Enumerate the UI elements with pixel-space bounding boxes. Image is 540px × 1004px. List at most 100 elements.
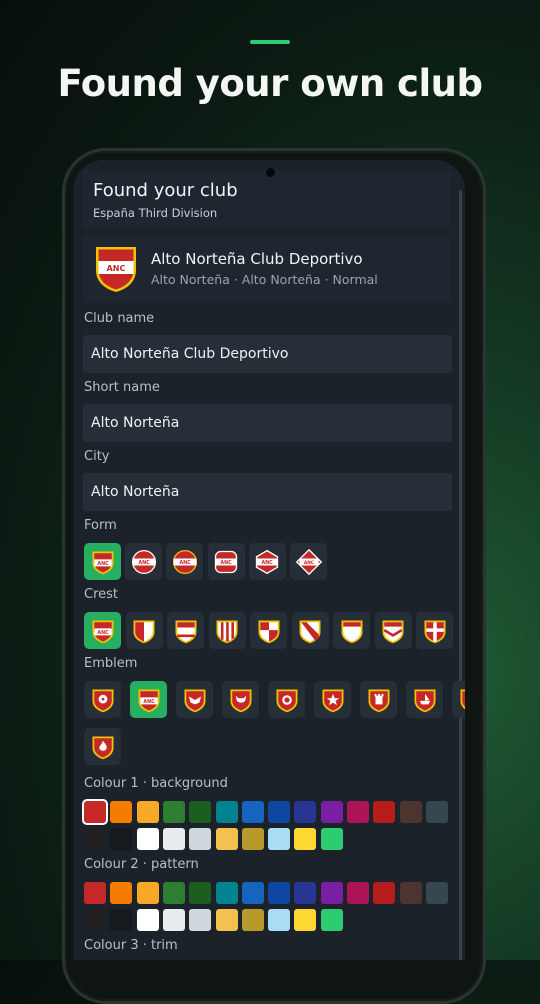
colour1-swatch[interactable] <box>163 828 185 850</box>
colour2-swatch[interactable] <box>84 882 106 904</box>
colour1-swatch[interactable] <box>189 801 211 823</box>
colour1-swatch[interactable] <box>110 828 132 850</box>
headline: Found your own club <box>0 62 540 105</box>
crest-band-top-icon <box>172 617 200 645</box>
colour2-swatch[interactable] <box>294 882 316 904</box>
colour1-swatch[interactable] <box>321 828 343 850</box>
form-diamond-band-option[interactable]: ANC <box>290 543 327 580</box>
svg-text:ANC: ANC <box>97 561 109 567</box>
emblem-label: Emblem <box>84 656 137 671</box>
colour1-swatch[interactable] <box>321 801 343 823</box>
colour1-swatch[interactable] <box>137 801 159 823</box>
crest-stripes-vertical-option[interactable] <box>209 612 246 649</box>
emblem-flame-option[interactable] <box>84 728 121 765</box>
svg-text:ANC: ANC <box>179 560 191 566</box>
colour2-swatch[interactable] <box>110 882 132 904</box>
colour2-swatch[interactable] <box>347 882 369 904</box>
colour1-swatch[interactable] <box>426 801 448 823</box>
crest-text: ANC <box>107 264 126 273</box>
colour2-swatch[interactable] <box>321 882 343 904</box>
crest-diagonal-band-option[interactable] <box>292 612 329 649</box>
emblem-eagle-option[interactable] <box>176 681 213 718</box>
emblem-tower-option[interactable] <box>360 681 397 718</box>
emblem-crest-badge-option[interactable]: ANC <box>130 681 167 718</box>
crest-band-high-option[interactable] <box>333 612 370 649</box>
scrollbar[interactable] <box>459 190 462 960</box>
colour3-label: Colour 3 · trim <box>84 938 178 953</box>
colour2-swatch[interactable] <box>84 909 106 931</box>
colour1-swatch[interactable] <box>268 828 290 850</box>
crest-split-quarter-option[interactable] <box>250 612 287 649</box>
emblem-ball-option[interactable] <box>84 681 121 718</box>
colour2-swatch[interactable] <box>216 882 238 904</box>
colour1-swatch[interactable] <box>163 801 185 823</box>
colour2-swatch[interactable] <box>163 882 185 904</box>
emblem-sun-option[interactable] <box>452 681 465 718</box>
svg-text:ANC: ANC <box>303 560 313 566</box>
short-name-input[interactable] <box>83 404 452 442</box>
crest-chevron-option[interactable] <box>375 612 412 649</box>
colour2-swatch[interactable] <box>242 882 264 904</box>
colour1-swatch[interactable] <box>400 801 422 823</box>
colour1-swatch[interactable] <box>294 801 316 823</box>
svg-text:ANC: ANC <box>97 630 109 636</box>
colour2-swatch[interactable] <box>216 909 238 931</box>
club-title: Alto Norteña Club Deportivo <box>151 250 363 268</box>
club-name-label: Club name <box>84 311 154 326</box>
colour1-swatch[interactable] <box>373 801 395 823</box>
colour1-swatch[interactable] <box>84 801 106 823</box>
city-input[interactable] <box>83 473 452 511</box>
club-crest-icon: ANC <box>93 244 139 294</box>
crest-label: Crest <box>84 587 118 602</box>
emblem-star-option[interactable] <box>314 681 351 718</box>
crest-band-center-icon: ANC <box>89 617 117 645</box>
form-square-band-option[interactable]: ANC <box>208 543 245 580</box>
colour1-swatch[interactable] <box>84 828 106 850</box>
colour1-swatch[interactable] <box>216 828 238 850</box>
colour2-swatch[interactable] <box>294 909 316 931</box>
colour2-swatch[interactable] <box>268 909 290 931</box>
colour1-swatch[interactable] <box>347 801 369 823</box>
colour2-swatch[interactable] <box>321 909 343 931</box>
colour1-swatch[interactable] <box>110 801 132 823</box>
short-name-field[interactable] <box>83 404 452 442</box>
colour2-swatch[interactable] <box>189 882 211 904</box>
crest-cross-option[interactable] <box>416 612 453 649</box>
emblem-lion-option[interactable] <box>268 681 305 718</box>
colour2-swatch[interactable] <box>110 909 132 931</box>
colour2-swatch[interactable] <box>242 909 264 931</box>
colour1-swatch[interactable] <box>242 828 264 850</box>
colour1-swatch[interactable] <box>216 801 238 823</box>
emblem-bull-icon <box>227 686 255 714</box>
form-hexagon-band-option[interactable]: ANC <box>249 543 286 580</box>
colour2-swatch[interactable] <box>163 909 185 931</box>
crest-band-top-option[interactable] <box>167 612 204 649</box>
club-name-input[interactable] <box>83 335 452 373</box>
club-name-field[interactable] <box>83 335 452 373</box>
colour2-swatch[interactable] <box>373 882 395 904</box>
colour1-swatch[interactable] <box>189 828 211 850</box>
colour2-swatch[interactable] <box>189 909 211 931</box>
svg-text:ANC: ANC <box>138 560 150 566</box>
colour2-swatch[interactable] <box>137 882 159 904</box>
colour2-swatch[interactable] <box>137 909 159 931</box>
form-diamond-band-icon: ANC <box>295 548 323 576</box>
city-field[interactable] <box>83 473 452 511</box>
crest-band-center-option[interactable]: ANC <box>84 612 121 649</box>
colour1-swatch[interactable] <box>137 828 159 850</box>
form-shield-classic-option[interactable]: ANC <box>84 543 121 580</box>
emblem-bull-option[interactable] <box>222 681 259 718</box>
colour2-swatch[interactable] <box>426 882 448 904</box>
svg-text:ANC: ANC <box>220 560 232 566</box>
crest-split-vertical-option[interactable] <box>126 612 163 649</box>
emblem-ship-option[interactable] <box>406 681 443 718</box>
colour2-swatch[interactable] <box>400 882 422 904</box>
form-round-band-alt-option[interactable]: ANC <box>166 543 203 580</box>
form-round-band-option[interactable]: ANC <box>125 543 162 580</box>
colour1-swatch[interactable] <box>268 801 290 823</box>
colour2-swatch[interactable] <box>268 882 290 904</box>
colour1-swatch[interactable] <box>294 828 316 850</box>
colour1-swatch[interactable] <box>242 801 264 823</box>
form-round-band-alt-icon: ANC <box>171 548 199 576</box>
crest-stripes-vertical-icon <box>213 617 241 645</box>
